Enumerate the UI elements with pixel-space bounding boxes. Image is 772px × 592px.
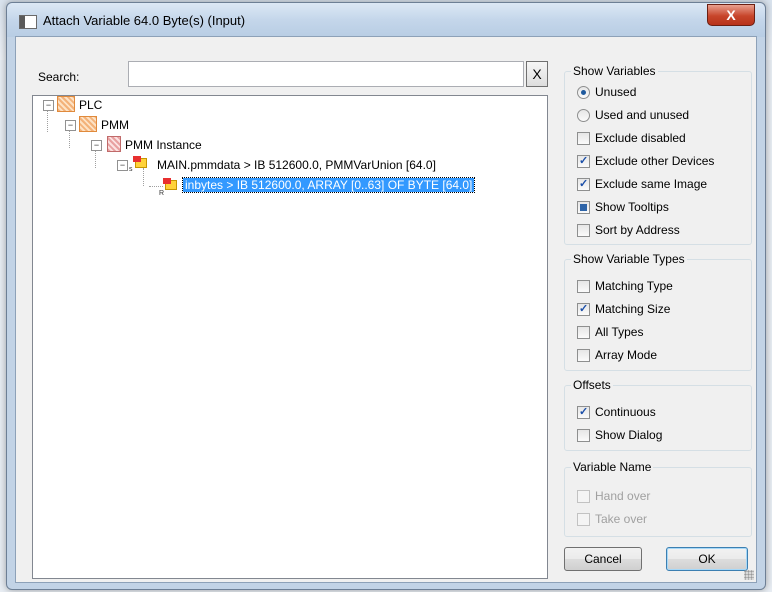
variable-name-group: Variable Name Hand over Take over <box>564 460 752 537</box>
tree-line <box>143 168 144 186</box>
variable-tree[interactable]: − PLC − PMM − PMM Instance − s MAIN.pmmd… <box>32 95 548 579</box>
resize-grip-icon[interactable] <box>744 570 754 580</box>
tree-node-plc[interactable]: PLC <box>79 98 102 112</box>
search-input[interactable] <box>128 61 524 87</box>
tree-line <box>47 110 48 132</box>
close-button[interactable]: X <box>707 4 755 26</box>
collapse-pmm-icon[interactable]: − <box>65 120 76 131</box>
show-variable-types-group: Show Variable Types Matching Type ✓ Match… <box>564 252 752 371</box>
group-title: Show Variables <box>571 64 658 78</box>
search-label: Search: <box>38 70 80 84</box>
collapse-plc-icon[interactable]: − <box>43 100 54 111</box>
group-title: Variable Name <box>571 460 654 474</box>
title-bar[interactable]: Attach Variable 64.0 Byte(s) (Input) X <box>7 3 765 37</box>
group-title: Offsets <box>571 378 613 392</box>
tree-node-inbytes[interactable]: inbytes > IB 512600.0, ARRAY [0..63] OF … <box>181 177 476 193</box>
collapse-instance-icon[interactable]: − <box>91 140 102 151</box>
input-variable-icon: R <box>159 178 179 197</box>
instance-icon <box>107 136 121 152</box>
collapse-pmmdata-icon[interactable]: − <box>117 160 128 171</box>
tree-node-pmm[interactable]: PMM <box>101 118 129 132</box>
attach-variable-dialog: Attach Variable 64.0 Byte(s) (Input) X S… <box>6 2 766 590</box>
cancel-button[interactable]: Cancel <box>564 547 642 571</box>
input-variable-icon: s <box>129 156 149 173</box>
tree-line <box>149 186 163 187</box>
offsets-group: Offsets ✓ Continuous Show Dialog <box>564 378 752 451</box>
dialog-title: Attach Variable 64.0 Byte(s) (Input) <box>43 13 246 28</box>
pmm-icon <box>79 116 97 132</box>
search-clear-button[interactable]: X <box>526 61 548 87</box>
tree-node-pmm-instance[interactable]: PMM Instance <box>125 138 202 152</box>
ok-button[interactable]: OK <box>666 547 748 571</box>
group-title: Show Variable Types <box>571 252 687 266</box>
plc-icon <box>57 96 75 112</box>
tree-node-main-pmmdata[interactable]: MAIN.pmmdata > IB 512600.0, PMMVarUnion … <box>157 158 436 172</box>
show-variables-group: Show Variables Unused Used and unused Ex… <box>564 64 752 245</box>
dialog-body: Search: X − PLC − PMM − PMM Instance − s… <box>15 36 757 583</box>
window-icon <box>19 15 37 29</box>
